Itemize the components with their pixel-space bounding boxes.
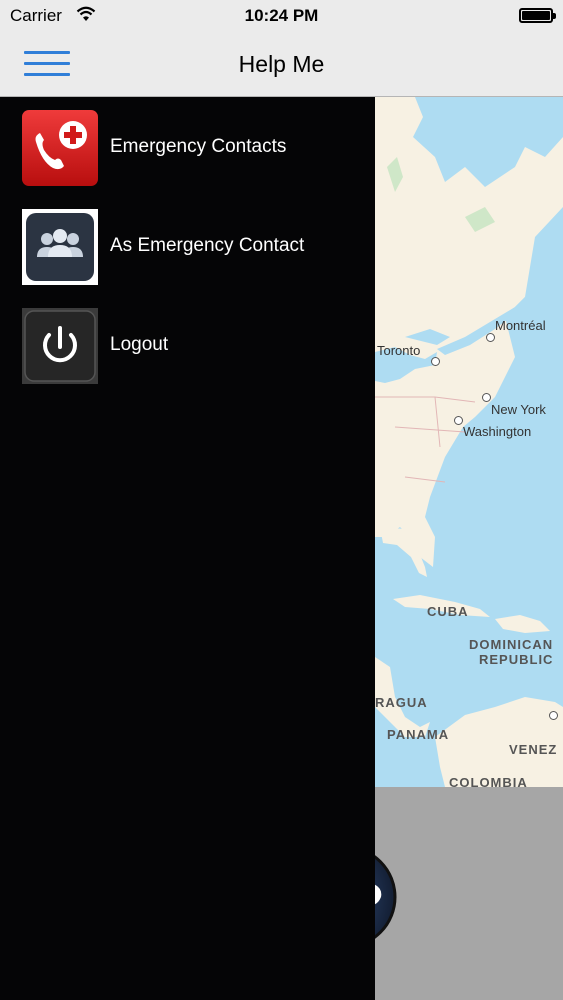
city-marker-new-york <box>482 393 491 402</box>
battery-icon <box>519 8 556 23</box>
map-label-nicaragua: RAGUA <box>375 695 428 710</box>
map-label-venezuela: VENEZ <box>509 742 558 757</box>
help-button-partial[interactable] <box>375 787 563 1000</box>
city-marker-montreal <box>486 333 495 342</box>
map-label-washington: Washington <box>463 424 532 439</box>
map-label-toronto: Toronto <box>377 343 421 358</box>
menu-label-as-emergency-contact: As Emergency Contact <box>110 235 305 256</box>
menu-label-logout: Logout <box>110 334 169 355</box>
map-label-new-york: New York <box>491 402 546 417</box>
phone-plus-icon <box>22 110 98 186</box>
menu-item-as-emergency-contact[interactable]: As Emergency Contact <box>22 209 362 287</box>
page-title: Help Me <box>238 51 325 77</box>
city-marker-caracas <box>549 711 558 720</box>
side-drawer: Emergency Contacts As Emergency Contact <box>0 97 375 1000</box>
power-icon <box>22 308 98 384</box>
map-label-republic: REPUBLIC <box>479 652 554 667</box>
city-marker-toronto <box>431 357 440 366</box>
city-marker-washington <box>454 416 463 425</box>
map-label-dominican: DOMINICAN <box>469 637 554 652</box>
status-time: 10:24 PM <box>244 6 319 25</box>
map-label-montreal: Montréal <box>495 318 546 333</box>
navigation-bar: Help Me <box>0 32 563 97</box>
map-label-cuba: CUBA <box>427 604 469 619</box>
bottom-panel <box>375 787 563 1000</box>
map-label-colombia: COLOMBIA <box>449 775 528 787</box>
menu-item-logout[interactable]: Logout <box>22 308 362 386</box>
menu-item-emergency-contacts[interactable]: Emergency Contacts <box>22 110 362 188</box>
status-bar: Carrier 10:24 PM <box>0 0 563 32</box>
menu-label-emergency-contacts: Emergency Contacts <box>110 136 287 157</box>
group-icon <box>22 209 98 285</box>
map-canvas <box>375 97 563 787</box>
map-label-panama: PANAMA <box>387 727 450 742</box>
map-view[interactable]: Montréal Toronto New York Washington CUB… <box>375 97 563 787</box>
